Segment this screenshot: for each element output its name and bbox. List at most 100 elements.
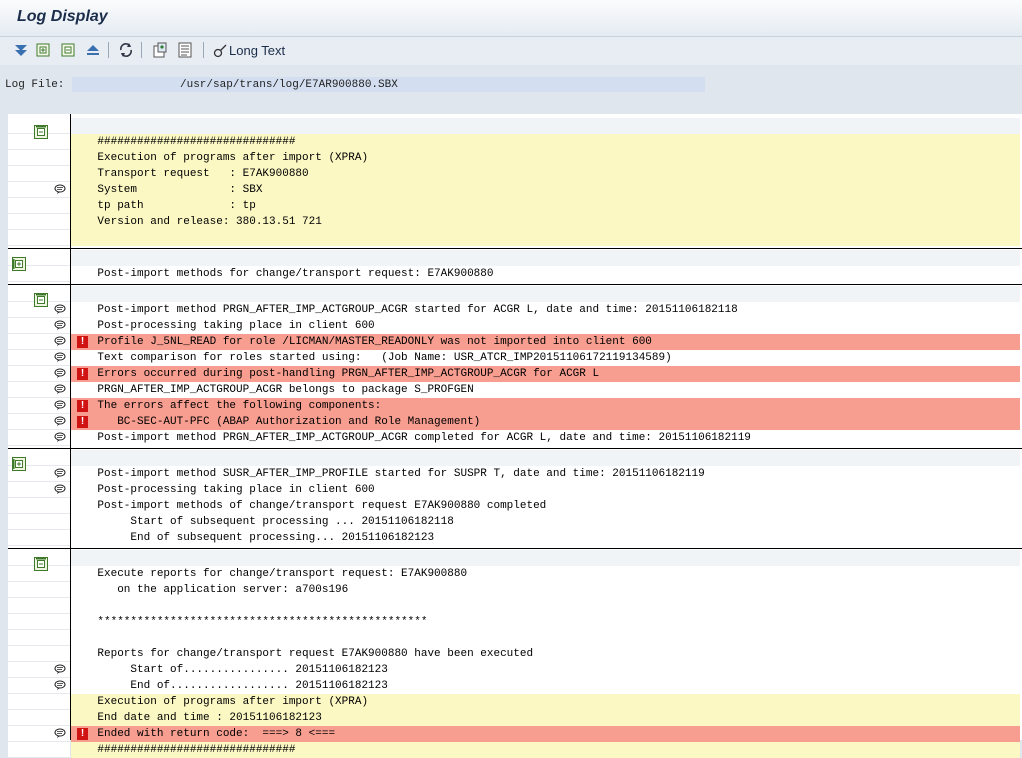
log-row[interactable]: End of subsequent processing... 20151106… [8,530,1022,546]
toolbar-separator [203,42,204,58]
message-icon[interactable] [54,304,66,314]
log-row-text: The errors affect the following componen… [71,398,1020,414]
log-row-text [71,250,1020,266]
log-row[interactable] [8,450,1022,466]
title-bar: Log Display [0,0,1022,37]
log-row[interactable]: Post-import method PRGN_AFTER_IMP_ACTGRO… [8,302,1022,318]
message-icon[interactable] [54,484,66,494]
node-open-icon[interactable] [34,125,48,139]
log-row-text: Execution of programs after import (XPRA… [71,694,1020,710]
group-separator [8,548,1022,549]
log-row[interactable]: Version and release: 380.13.51 721 [8,214,1022,230]
log-row[interactable] [8,550,1022,566]
log-row[interactable]: End date and time : 20151106182123 [8,710,1022,726]
log-row-text: Post-import method SUSR_AFTER_IMP_PROFIL… [71,466,1020,482]
log-row[interactable]: Execute reports for change/transport req… [8,566,1022,582]
message-icon[interactable] [54,468,66,478]
node-open-icon[interactable] [34,557,48,571]
log-row[interactable]: Text comparison for roles started using:… [8,350,1022,366]
log-row[interactable]: Start of subsequent processing ... 20151… [8,514,1022,530]
log-row-text: Profile J_5NL_READ for role /LICMAN/MAST… [71,334,1020,350]
message-icon[interactable] [54,664,66,674]
refresh-icon[interactable] [118,42,134,58]
log-row[interactable] [8,230,1022,246]
log-row[interactable]: Profile J_5NL_READ for role /LICMAN/MAST… [8,334,1022,350]
log-row[interactable]: Transport request : E7AK900880 [8,166,1022,182]
log-row[interactable]: Start of................ 20151106182123 [8,662,1022,678]
expand-all-icon[interactable] [13,42,29,58]
row-gutter [8,694,70,710]
log-row-text: Start of subsequent processing ... 20151… [71,514,1020,530]
log-row[interactable]: PRGN_AFTER_IMP_ACTGROUP_ACGR belongs to … [8,382,1022,398]
log-row[interactable]: tp path : tp [8,198,1022,214]
log-row[interactable]: on the application server: a700s196 [8,582,1022,598]
node-open-icon[interactable] [34,293,48,307]
message-icon[interactable] [54,368,66,378]
row-gutter [8,598,70,614]
row-grid-line [8,445,70,446]
message-icon[interactable] [54,432,66,442]
log-row[interactable]: Reports for change/transport request E7A… [8,646,1022,662]
row-gutter [8,646,70,662]
group-separator [8,448,1022,449]
message-icon[interactable] [54,352,66,362]
log-row[interactable] [8,598,1022,614]
log-row-text: Post-processing taking place in client 6… [71,318,1020,334]
log-row[interactable]: System : SBX [8,182,1022,198]
row-gutter [8,514,70,530]
log-row[interactable] [8,250,1022,266]
log-row-text: BC-SEC-AUT-PFC (ABAP Authorization and R… [71,414,1020,430]
log-row[interactable]: BC-SEC-AUT-PFC (ABAP Authorization and R… [8,414,1022,430]
log-row[interactable]: ****************************************… [8,614,1022,630]
log-row[interactable]: Post-import methods for change/transport… [8,266,1022,282]
log-row[interactable] [8,286,1022,302]
node-collapsed-icon[interactable] [12,257,26,271]
message-icon[interactable] [54,400,66,410]
log-row[interactable]: End of.................. 20151106182123 [8,678,1022,694]
row-gutter [8,614,70,630]
log-row[interactable]: Errors occurred during post-handling PRG… [8,366,1022,382]
log-row[interactable]: Execution of programs after import (XPRA… [8,150,1022,166]
log-row-text [71,630,1020,646]
log-row[interactable]: Post-import method PRGN_AFTER_IMP_ACTGRO… [8,430,1022,446]
row-gutter [8,214,70,230]
row-gutter [8,166,70,182]
message-icon[interactable] [54,680,66,690]
log-row[interactable]: ############################## [8,134,1022,150]
log-row[interactable]: The errors affect the following componen… [8,398,1022,414]
error-icon: ! [77,400,88,412]
list-icon[interactable] [177,42,193,58]
message-icon[interactable] [54,184,66,194]
row-gutter [8,582,70,598]
log-row[interactable] [8,118,1022,134]
log-row-text: Post-import methods of change/transport … [71,498,1020,514]
message-icon[interactable] [54,416,66,426]
node-collapsed-icon[interactable] [12,457,26,471]
log-row-text: on the application server: a700s196 [71,582,1020,598]
message-icon[interactable] [54,320,66,330]
collapse-node-icon[interactable] [60,42,76,58]
log-row[interactable]: Post-import method SUSR_AFTER_IMP_PROFIL… [8,466,1022,482]
log-file-value-box[interactable]: /usr/sap/trans/log/E7AR900880.SBX [72,77,705,92]
message-icon[interactable] [54,336,66,346]
log-row-text: ############################## [71,134,1020,150]
error-icon: ! [77,728,88,740]
message-icon[interactable] [54,384,66,394]
row-grid-line [8,281,70,282]
row-gutter [8,498,70,514]
group-separator [8,284,1022,285]
error-icon: ! [77,336,88,348]
long-text-label: Long Text [229,43,286,58]
log-row[interactable]: Post-import methods of change/transport … [8,498,1022,514]
log-row[interactable]: ############################## [8,742,1022,758]
log-row[interactable]: Post-processing taking place in client 6… [8,482,1022,498]
log-row[interactable]: Execution of programs after import (XPRA… [8,694,1022,710]
log-row[interactable]: Post-processing taking place in client 6… [8,318,1022,334]
message-icon[interactable] [54,728,66,738]
collapse-all-icon[interactable] [85,42,101,58]
log-row[interactable] [8,630,1022,646]
expand-node-icon[interactable] [35,42,51,58]
log-row-text: System : SBX [71,182,1020,198]
details-icon[interactable] [152,42,168,58]
log-file-label: Log File: [5,79,65,91]
